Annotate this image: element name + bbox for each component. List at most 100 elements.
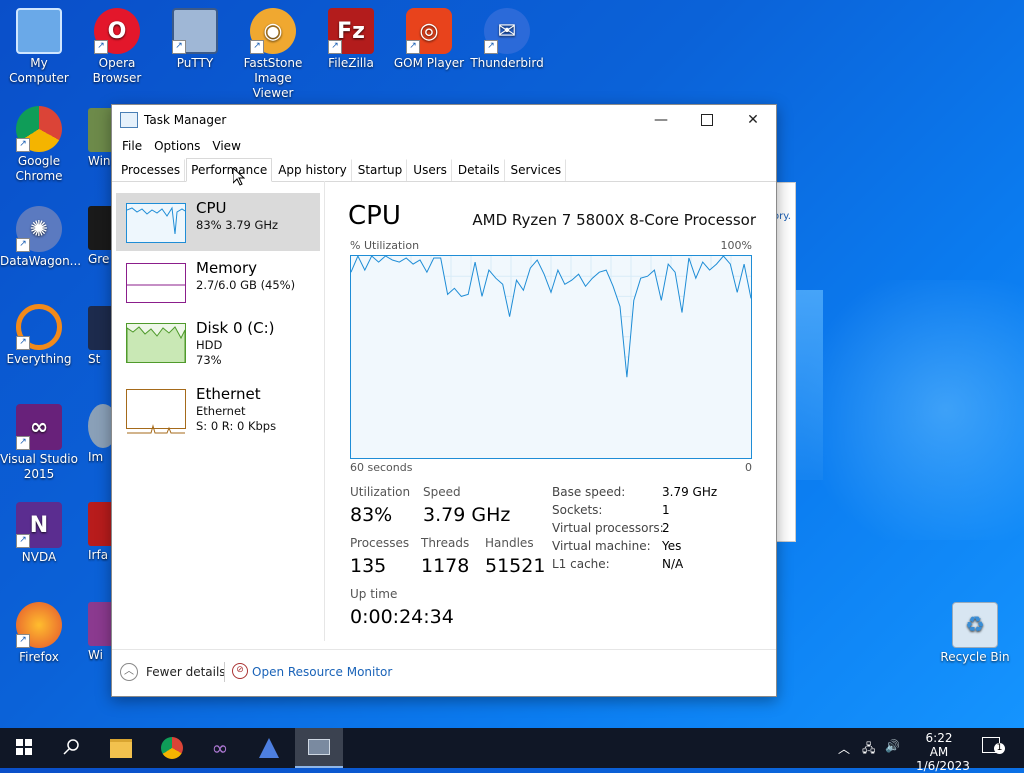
- search-button[interactable]: [48, 728, 96, 768]
- resource-disk-sub: HDD 73%: [196, 338, 222, 368]
- desktop-icon-opera[interactable]: O ↗ Opera Browser: [78, 8, 156, 86]
- minimize-button[interactable]: —: [638, 105, 684, 135]
- menu-view[interactable]: View: [206, 139, 246, 153]
- eye-icon: ◉ ↗: [250, 8, 296, 54]
- visual-studio-icon: ∞: [211, 736, 229, 760]
- search-icon: [63, 738, 81, 759]
- desktop-icon-datawagon[interactable]: ✺ ↗ DataWagon...: [0, 206, 81, 269]
- desktop-icon-faststone[interactable]: ◉ ↗ FastStone Image Viewer: [234, 8, 312, 101]
- desktop-icon-visual-studio[interactable]: ∞ ↗ Visual Studio 2015: [0, 404, 78, 482]
- desktop-icon-filezilla[interactable]: Fz ↗ FileZilla: [312, 8, 390, 71]
- maximize-button[interactable]: [684, 105, 730, 135]
- network-icon[interactable]: 🖧: [862, 739, 875, 760]
- start-button[interactable]: [0, 728, 48, 768]
- max-axis-label: 100%: [720, 239, 752, 252]
- desktop-icon-nvda[interactable]: N ↗ NVDA: [0, 502, 78, 565]
- resource-ethernet-sub: Ethernet S: 0 R: 0 Kbps: [196, 404, 276, 434]
- cpu-panel: CPU AMD Ryzen 7 5800X 8-Core Processor %…: [336, 181, 766, 641]
- taskbar-file-explorer[interactable]: [97, 728, 145, 768]
- taskbar-app[interactable]: [245, 728, 293, 768]
- taskbar-chrome[interactable]: [148, 728, 196, 768]
- recycle-bin-icon: ♻: [952, 602, 998, 648]
- time-axis-label: 60 seconds: [350, 461, 413, 474]
- nvda-icon: N ↗: [16, 502, 62, 548]
- cpu-utilization-graph: [350, 254, 752, 459]
- zero-axis-label: 0: [745, 461, 752, 474]
- l1-cache-label: L1 cache:: [552, 557, 610, 571]
- tab-processes[interactable]: Processes: [116, 159, 186, 181]
- ethernet-thumbnail: [126, 389, 186, 434]
- tab-users[interactable]: Users: [408, 159, 452, 181]
- gom-icon: ◎ ↗: [406, 8, 452, 54]
- tab-services[interactable]: Services: [506, 159, 567, 181]
- datawagon-icon: ✺ ↗: [16, 206, 62, 252]
- ethernet-throughput: S: 0 R: 0 Kbps: [196, 419, 277, 433]
- handles-label: Handles: [485, 536, 534, 550]
- tab-startup[interactable]: Startup: [353, 159, 408, 181]
- taskbar: ∞ ︿ 🖧 🔊 6:22 AM 1/6/2023 1: [0, 728, 1024, 773]
- clock[interactable]: 6:22 AM 1/6/2023: [916, 731, 970, 773]
- virtual-processors-label: Virtual processors:: [552, 521, 664, 535]
- minimize-icon: —: [654, 112, 668, 128]
- resource-cpu[interactable]: CPU 83% 3.79 GHz: [116, 193, 320, 251]
- resource-memory-sub: 2.7/6.0 GB (45%): [196, 278, 296, 292]
- task-manager-icon: [120, 112, 138, 128]
- fewer-details-link[interactable]: Fewer details: [146, 665, 226, 679]
- virtual-processors-value: 2: [662, 521, 670, 535]
- desktop-icon-my-computer[interactable]: My Computer: [0, 8, 78, 86]
- volume-icon[interactable]: 🔊: [885, 739, 900, 753]
- close-button[interactable]: ✕: [730, 105, 776, 135]
- open-resource-monitor-link[interactable]: Open Resource Monitor: [252, 665, 392, 679]
- cpu-heading: CPU: [348, 201, 401, 231]
- processes-value: 135: [350, 555, 387, 577]
- resource-cpu-sub: 83% 3.79 GHz: [196, 218, 279, 232]
- task-manager-icon: [308, 739, 330, 755]
- notification-button[interactable]: 1: [982, 737, 1005, 756]
- clock-date: 1/6/2023: [916, 759, 970, 773]
- putty-icon: ↗: [172, 8, 218, 54]
- taskbar-task-manager[interactable]: [295, 728, 343, 768]
- maximize-icon: [701, 114, 713, 126]
- windows-icon: [16, 738, 32, 758]
- task-manager-window[interactable]: Task Manager — ✕ File Options View Proce…: [111, 104, 777, 697]
- resource-disk-name: Disk 0 (C:): [196, 319, 275, 337]
- desktop-icon-gom[interactable]: ◎ ↗ GOM Player: [390, 8, 468, 71]
- desktop-icon-firefox[interactable]: ↗ Firefox: [0, 602, 78, 665]
- resource-cpu-name: CPU: [196, 199, 227, 217]
- uptime-label: Up time: [350, 587, 398, 601]
- desktop-icon-everything[interactable]: ↗ Everything: [0, 304, 78, 367]
- opera-icon: O ↗: [94, 8, 140, 54]
- thunderbird-icon: ✉ ↗: [484, 8, 530, 54]
- tab-details[interactable]: Details: [453, 159, 505, 181]
- desktop-icon-chrome[interactable]: ↗ Google Chrome: [0, 106, 78, 184]
- virtual-machine-value: Yes: [662, 539, 682, 553]
- memory-thumbnail: [126, 263, 186, 303]
- l1-cache-value: N/A: [662, 557, 684, 571]
- desktop-icon-putty[interactable]: ↗ PuTTY: [156, 8, 234, 71]
- desktop-icon-recycle-bin[interactable]: ♻ Recycle Bin: [936, 602, 1014, 665]
- resource-memory[interactable]: Memory 2.7/6.0 GB (45%): [116, 253, 320, 311]
- utilization-axis-label: % Utilization: [350, 239, 420, 252]
- virtual-machine-label: Virtual machine:: [552, 539, 651, 553]
- folder-icon: [110, 738, 132, 758]
- firefox-icon: ↗: [16, 602, 62, 648]
- chevron-up-icon[interactable]: ︿: [838, 740, 850, 757]
- processes-label: Processes: [350, 536, 410, 550]
- menu-options[interactable]: Options: [148, 139, 206, 153]
- tab-app-history[interactable]: App history: [273, 159, 352, 181]
- chevron-up-icon[interactable]: ︿: [120, 663, 138, 681]
- taskbar-visual-studio[interactable]: ∞: [196, 728, 244, 768]
- chrome-icon: [161, 737, 183, 759]
- background-window[interactable]: ory.: [773, 182, 796, 542]
- resource-ethernet[interactable]: Ethernet Ethernet S: 0 R: 0 Kbps: [116, 379, 320, 437]
- tab-performance[interactable]: Performance: [186, 158, 273, 182]
- menu-file[interactable]: File: [116, 139, 148, 153]
- title-bar[interactable]: Task Manager — ✕: [112, 105, 776, 135]
- resource-ethernet-name: Ethernet: [196, 385, 261, 403]
- utilization-value: 83%: [350, 504, 393, 526]
- search-icon: ↗: [16, 304, 62, 350]
- sockets-label: Sockets:: [552, 503, 603, 517]
- utilization-label: Utilization: [350, 485, 411, 499]
- resource-disk[interactable]: Disk 0 (C:) HDD 73%: [116, 313, 320, 371]
- desktop-icon-thunderbird[interactable]: ✉ ↗ Thunderbird: [468, 8, 546, 71]
